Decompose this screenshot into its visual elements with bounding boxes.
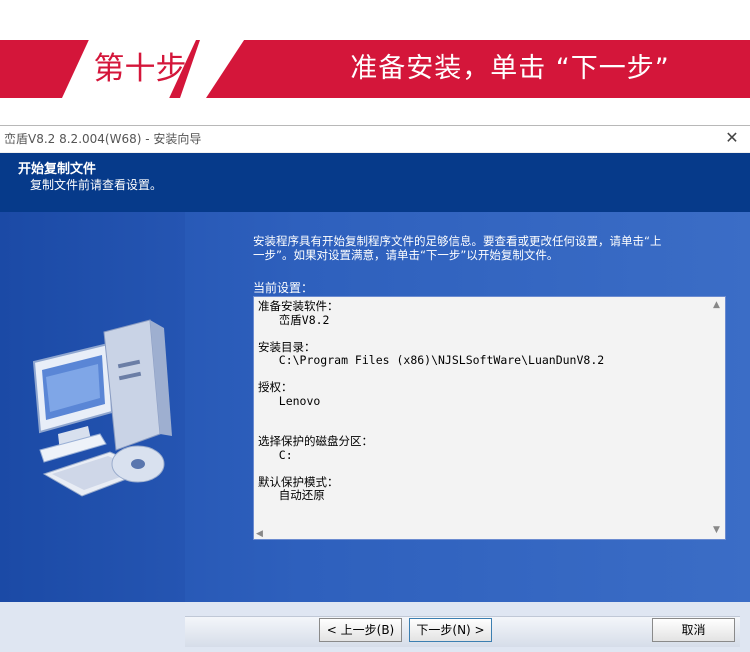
back-button[interactable]: < 上一步(B): [319, 618, 402, 642]
header-title: 开始复制文件: [18, 162, 97, 177]
banner-step-label: 第十步: [93, 51, 187, 87]
scroll-down-icon[interactable]: ▼: [708, 522, 725, 539]
intro-text: 安装程序具有开始复制程序文件的足够信息。要查看或更改任何设置，请单击“上 一步”…: [253, 234, 750, 262]
wizard-header: 开始复制文件 复制文件前请查看设置。: [0, 153, 750, 212]
wizard-side-panel: [0, 212, 185, 602]
installer-window: 峦盾V8.2 8.2.004(W68) - 安装向导 ✕ 开始复制文件 复制文件…: [0, 125, 750, 652]
title-bar: 峦盾V8.2 8.2.004(W68) - 安装向导 ✕: [0, 126, 750, 152]
window-title: 峦盾V8.2 8.2.004(W68) - 安装向导: [4, 132, 202, 146]
scroll-left-icon[interactable]: ◀: [256, 529, 263, 539]
computer-illustration-icon: [32, 319, 172, 497]
cancel-button[interactable]: 取消: [652, 618, 735, 642]
close-icon[interactable]: ✕: [722, 128, 742, 148]
wizard-footer: < 上一步(B) 下一步(N) > 取消: [0, 602, 750, 652]
settings-text: 准备安装软件： 峦盾V8.2 安装目录： C:\Program Files (x…: [258, 299, 605, 502]
banner-title: 准备安装，单击 “下一步”: [350, 53, 670, 84]
intro-line-1: 安装程序具有开始复制程序文件的足够信息。要查看或更改任何设置，请单击“上: [253, 234, 662, 248]
current-settings-label: 当前设置：: [253, 281, 314, 295]
header-subtitle: 复制文件前请查看设置。: [30, 178, 163, 192]
wizard-body: 安装程序具有开始复制程序文件的足够信息。要查看或更改任何设置，请单击“上 一步”…: [0, 212, 750, 602]
vertical-scrollbar[interactable]: ▲ ▼: [708, 297, 725, 539]
next-button[interactable]: 下一步(N) >: [409, 618, 492, 642]
top-banner: 第十步 准备安装，单击 “下一步”: [0, 0, 750, 125]
intro-line-2: 一步”。如果对设置满意，请单击“下一步”以开始复制文件。: [253, 248, 559, 262]
settings-textbox[interactable]: 准备安装软件： 峦盾V8.2 安装目录： C:\Program Files (x…: [253, 296, 726, 540]
scroll-up-icon[interactable]: ▲: [708, 297, 725, 314]
